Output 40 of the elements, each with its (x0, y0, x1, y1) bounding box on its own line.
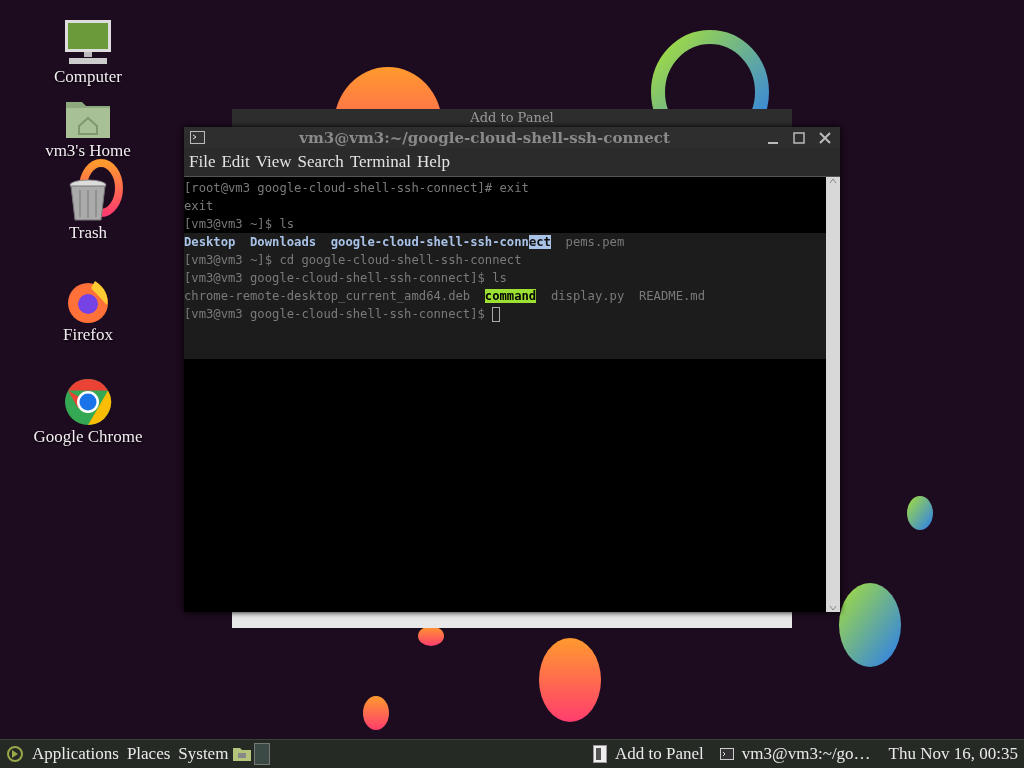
gnome-foot-icon (6, 745, 24, 763)
desktop-icon-label[interactable]: Firefox (62, 325, 113, 345)
menu-item[interactable]: View (254, 152, 297, 172)
desktop-icon-label[interactable]: vm3's Home (45, 141, 131, 161)
trash-icon (68, 178, 108, 222)
clock[interactable]: Thu Nov 16, 00:35 (878, 744, 1024, 764)
file-manager-icon[interactable] (232, 746, 253, 762)
dialog-icon (593, 745, 608, 763)
monitor-icon (63, 18, 113, 66)
maximize-icon (793, 131, 805, 144)
terminal-line: chrome-remote-desktop_current_amd64.deb command display.py README.md (184, 288, 706, 305)
desktop-icon-label[interactable]: Computer (54, 67, 122, 87)
terminal-line: Desktop Downloads google-cloud-shell-ssh-connect pems.pem (184, 234, 626, 251)
desktop-icon-label[interactable]: Google Chrome (33, 427, 143, 447)
panel-menu[interactable]: Applications (28, 744, 123, 764)
terminal-line: [vm3@vm3 google-cloud-shell-ssh-connect]$ ls (184, 270, 508, 287)
terminal-line: [vm3@vm3 ~]$ cd google-cloud-shell-ssh-connect (184, 252, 523, 269)
panel-menu[interactable]: Places (122, 744, 175, 764)
menu-item[interactable]: Edit (220, 152, 255, 172)
window-title: vm3@vm3:~/google-cloud-shell-ssh-connect (298, 128, 671, 147)
taskbar-window-button[interactable]: vm3@vm3:~/go… (711, 744, 879, 764)
terminal-line: [root@vm3 google-cloud-shell-ssh-connect]# exit (184, 180, 530, 197)
terminal-icon (719, 748, 734, 760)
menu-item[interactable]: File (188, 152, 221, 172)
menu-item[interactable]: Help (416, 152, 456, 172)
minimize-icon (767, 141, 779, 144)
terminal-line: [vm3@vm3 ~]$ ls (184, 216, 296, 233)
menu-item[interactable]: Search (296, 152, 349, 172)
terminal-line: [vm3@vm3 google-cloud-shell-ssh-connect]$ (184, 305, 826, 323)
show-desktop-button[interactable] (254, 743, 271, 765)
desktop-icon-label[interactable]: Trash (68, 223, 108, 243)
panel-menu[interactable]: System (174, 744, 233, 764)
firefox-icon (65, 278, 111, 324)
taskbar-window-button[interactable]: Add to Panel (585, 744, 712, 764)
chrome-icon (64, 378, 112, 426)
window-title: Add to Panel (469, 110, 555, 125)
terminal-line: exit (184, 198, 215, 215)
menu-item[interactable]: Terminal (348, 152, 416, 172)
terminal-icon (190, 131, 205, 144)
close-icon (819, 131, 831, 144)
